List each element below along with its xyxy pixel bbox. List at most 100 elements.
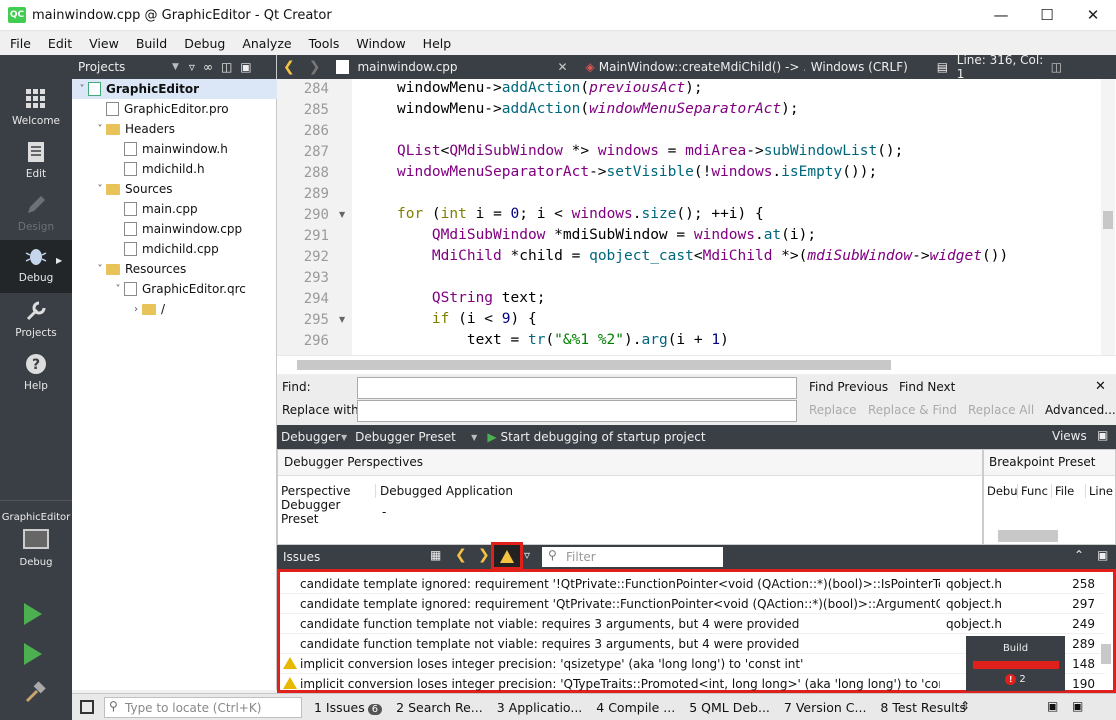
tree-item[interactable]: mainwindow.cpp (72, 219, 277, 239)
split-icon[interactable]: ◫ (221, 60, 232, 74)
column-debugged-application[interactable]: Debugged Application (376, 484, 513, 498)
minimize-button[interactable]: — (978, 0, 1024, 31)
toggle-output-icon[interactable]: ▣ (1072, 699, 1083, 713)
function-selector[interactable]: MainWindow::createMdiChild() -> ... (599, 60, 805, 74)
vertical-scrollbar[interactable] (1101, 79, 1115, 355)
forward-icon[interactable]: ❯ (309, 59, 321, 75)
expand-arrow-icon[interactable]: ˅ (94, 124, 106, 135)
menu-debug[interactable]: Debug (174, 31, 232, 51)
close-button[interactable]: ✕ (1070, 0, 1116, 31)
menu-analyze[interactable]: Analyze (232, 31, 298, 51)
replace-input[interactable] (357, 400, 797, 422)
bp-column-file[interactable]: File (1052, 484, 1086, 498)
tree-item[interactable]: ˅ Resources (72, 259, 277, 279)
collapse-icon[interactable]: ⌃ (1074, 548, 1084, 562)
bp-column-function[interactable]: Func (1018, 484, 1052, 498)
back-icon[interactable]: ❮ (283, 59, 295, 75)
perspective-row[interactable]: Debugger Preset - (278, 498, 982, 526)
tree-item[interactable]: ˅ Headers (72, 119, 277, 139)
debugger-preset-combo[interactable]: Debugger Preset (355, 430, 471, 444)
toggle-sidebar-icon[interactable] (80, 700, 94, 714)
tree-item[interactable]: ˅ GraphicEditor (72, 79, 277, 99)
debug-run-icon[interactable] (24, 643, 42, 665)
start-debug-icon[interactable]: ▶ (487, 430, 496, 444)
chevron-down-icon[interactable]: ▼ (172, 62, 179, 72)
tree-item[interactable]: mdichild.h (72, 159, 277, 179)
maximize-panel-icon[interactable]: ▣ (1097, 428, 1108, 442)
output-tab[interactable]: 1 Issues 6 (314, 700, 383, 715)
find-next-button[interactable]: Find Next (899, 380, 955, 394)
build-progress-popup[interactable]: Build ! 2 (966, 636, 1065, 691)
link-icon[interactable]: ∞ (203, 60, 213, 74)
editor-file-name[interactable]: mainwindow.cpp (357, 60, 557, 74)
expand-arrow-icon[interactable]: › (130, 304, 142, 315)
filter-icon[interactable]: ▿ (189, 60, 195, 74)
previous-issue-icon[interactable]: ❮ (455, 547, 467, 563)
warning-filter-button[interactable] (491, 542, 523, 570)
output-pane-selector[interactable]: ⇕ (960, 699, 970, 713)
find-input[interactable] (357, 377, 797, 399)
tree-item[interactable]: mainwindow.h (72, 139, 277, 159)
line-ending-selector[interactable]: Windows (CRLF) (811, 60, 933, 74)
horizontal-scrollbar[interactable] (277, 355, 1116, 374)
locator-input[interactable]: ⚲ Type to locate (Ctrl+K) (104, 696, 302, 718)
tree-item[interactable]: › / (72, 299, 277, 319)
build-hammer-icon[interactable] (24, 681, 46, 703)
issues-filter-input[interactable]: ⚲ Filter (542, 547, 723, 567)
issue-row[interactable]: candidate template ignored: requirement … (280, 574, 1105, 594)
clean-icon[interactable]: ▦ (430, 548, 441, 562)
bp-column-line[interactable]: Line (1086, 484, 1114, 498)
issue-row[interactable]: candidate template ignored: requirement … (280, 594, 1105, 614)
tree-item[interactable]: ˅ Sources (72, 179, 277, 199)
mode-design[interactable]: Design (0, 189, 72, 242)
run-icon[interactable] (24, 603, 42, 625)
mode-help[interactable]: ? Help (0, 348, 72, 401)
menu-window[interactable]: Window (346, 31, 412, 51)
tree-item[interactable]: ˅ GraphicEditor.qrc (72, 279, 277, 299)
cursor-position[interactable]: Line: 316, Col: 1 (957, 53, 1051, 81)
progress-details-icon[interactable]: ▣ (1047, 699, 1058, 713)
bp-column-debug[interactable]: Debu (984, 484, 1018, 498)
tree-item[interactable]: main.cpp (72, 199, 277, 219)
replace-all-button[interactable]: Replace All (968, 403, 1034, 417)
replace-button[interactable]: Replace (809, 403, 856, 417)
kit-selector[interactable]: GraphicEditor Debug (0, 506, 72, 584)
expand-arrow-icon[interactable]: ˅ (112, 284, 124, 295)
output-tab[interactable]: 5 QML Deb... (689, 700, 770, 715)
next-issue-icon[interactable]: ❯ (478, 547, 490, 563)
expand-arrow-icon[interactable]: ˅ (94, 264, 106, 275)
issues-scrollbar[interactable] (1101, 644, 1111, 664)
filter-icon[interactable]: ▿ (524, 548, 530, 562)
projects-view-selector[interactable]: Projects (76, 60, 172, 74)
output-tab[interactable]: 3 Applicatio... (497, 700, 583, 715)
menu-edit[interactable]: Edit (38, 31, 79, 51)
output-tab[interactable]: 8 Test Results (880, 700, 966, 715)
maximize-button[interactable]: ☐ (1024, 0, 1070, 31)
menu-build[interactable]: Build (126, 31, 174, 51)
debugger-combo[interactable]: Debugger (281, 430, 341, 444)
split-editor-icon[interactable]: ◫ (1051, 60, 1062, 74)
mode-debug[interactable]: ▶ Debug (0, 240, 72, 293)
fold-arrow-icon[interactable]: ▼ (339, 315, 345, 324)
close-find-icon[interactable]: ✕ (1095, 379, 1106, 394)
column-perspective[interactable]: Perspective (278, 484, 376, 498)
menu-view[interactable]: View (79, 31, 126, 51)
code-editor[interactable]: 284 285 286 287 288 289 290 ▼ 291 292 293 294 295 ▼ 29… (277, 79, 1116, 355)
tree-item[interactable]: mdichild.cpp (72, 239, 277, 259)
close-pane-icon[interactable]: ▣ (240, 60, 251, 74)
mode-edit[interactable]: Edit (0, 136, 72, 189)
issue-row[interactable]: candidate function template not viable: … (280, 614, 1105, 634)
tree-item[interactable]: GraphicEditor.pro (72, 99, 277, 119)
views-button[interactable]: Views (1052, 429, 1087, 443)
output-tab[interactable]: 7 Version C... (784, 700, 867, 715)
menu-help[interactable]: Help (413, 31, 459, 51)
close-document-icon[interactable]: ✕ (557, 60, 567, 74)
mode-projects[interactable]: Projects (0, 295, 72, 348)
output-tab[interactable]: 2 Search Re... (396, 700, 483, 715)
expand-arrow-icon[interactable]: ˅ (76, 84, 88, 95)
fold-arrow-icon[interactable]: ▼ (339, 210, 345, 219)
mode-welcome[interactable]: Welcome (0, 83, 72, 136)
menu-file[interactable]: File (0, 31, 38, 51)
output-tab[interactable]: 4 Compile ... (596, 700, 675, 715)
bp-scrollbar[interactable] (998, 530, 1058, 542)
